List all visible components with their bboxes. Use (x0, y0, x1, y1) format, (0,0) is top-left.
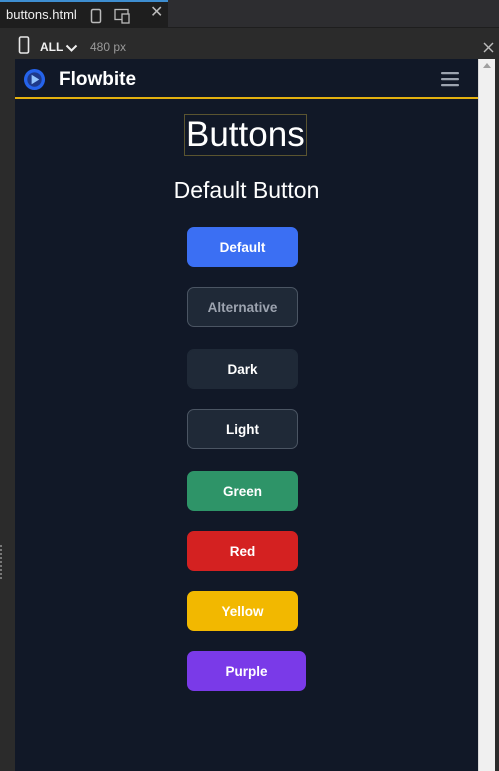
section-heading: Default Button (173, 177, 320, 203)
alternative-button[interactable]: Alternative (187, 287, 298, 327)
dark-button[interactable]: Dark (187, 349, 298, 389)
phone-device-icon[interactable] (18, 36, 30, 59)
default-button[interactable]: Default (187, 227, 298, 267)
preview-viewport: Flowbite Buttons Default Button Default A… (15, 59, 478, 771)
navbar: Flowbite (15, 59, 478, 99)
resize-grip[interactable] (0, 545, 3, 579)
chevron-down-icon[interactable] (65, 40, 78, 58)
yellow-button[interactable]: Yellow (187, 591, 298, 631)
purple-button[interactable]: Purple (187, 651, 306, 691)
hamburger-menu-icon[interactable] (441, 71, 459, 92)
tab-title: buttons.html (6, 7, 77, 22)
close-preview-icon[interactable] (483, 40, 494, 58)
tab-buttons-html[interactable]: buttons.html ✕ (0, 0, 168, 28)
multi-device-icon[interactable] (114, 8, 132, 29)
green-button[interactable]: Green (187, 471, 298, 511)
vertical-scrollbar[interactable] (478, 59, 495, 771)
flowbite-logo-icon[interactable] (23, 68, 46, 96)
media-query-select[interactable]: ALL (40, 40, 63, 54)
scroll-up-arrow-icon[interactable] (483, 63, 491, 68)
brand-name[interactable]: Flowbite (59, 69, 136, 91)
viewport-width-label: 480 px (90, 40, 127, 54)
light-button[interactable]: Light (187, 409, 298, 449)
page-title: Buttons (184, 114, 307, 156)
red-button[interactable]: Red (187, 531, 298, 571)
close-tab-icon[interactable]: ✕ (150, 5, 163, 21)
editor-tab-bar: buttons.html ✕ (0, 0, 499, 28)
device-preview-icon[interactable] (90, 8, 102, 29)
preview-toolbar: ALL 480 px (0, 29, 499, 59)
